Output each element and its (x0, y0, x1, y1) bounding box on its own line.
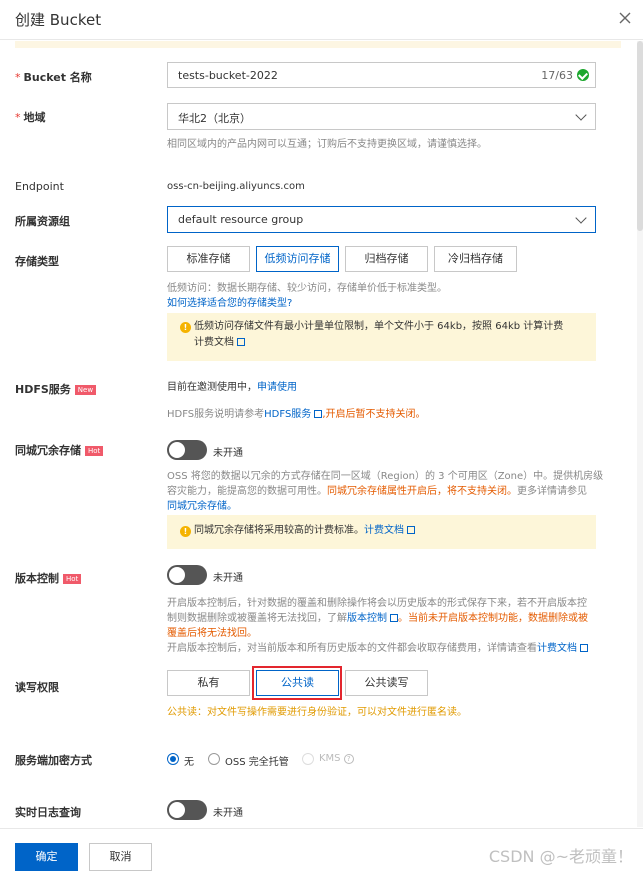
zrs-toggle[interactable] (167, 440, 207, 460)
bucket-name-label: * Bucket 名称 (15, 71, 92, 84)
hdfs-doc-link[interactable]: HDFS服务 (264, 409, 323, 420)
versioning-toggle[interactable] (167, 565, 207, 585)
storage-option-cold-archive[interactable]: 冷归档存储 (434, 246, 517, 272)
bucket-name-counter: 17/63 (541, 69, 573, 82)
new-badge: New (74, 385, 97, 395)
resource-group-select[interactable]: default resource group (167, 206, 596, 233)
dialog-footer: 确定 取消 CSDN @~老顽童！ (0, 828, 643, 871)
toggle-knob (169, 802, 185, 818)
hdfs-status: 目前在邀测使用中，申请使用 (167, 382, 297, 393)
versioning-label: 版本控制 Hot (15, 570, 82, 586)
endpoint-value: oss-cn-beijing.aliyuncs.com (167, 181, 305, 192)
external-link-icon (237, 338, 245, 346)
realtime-log-label: 实时日志查询 (15, 806, 81, 819)
bucket-name-input[interactable]: tests-bucket-2022 17/63 (167, 62, 596, 88)
region-value: 华北2（北京） (178, 112, 251, 125)
resource-group-value: default resource group (178, 213, 304, 226)
versioning-hint-line2: 制则数据删除或被覆盖将无法找回，了解版本控制 。当前未开启版本控制功能，数据删除或… (167, 613, 588, 624)
scrollbar-thumb[interactable] (637, 41, 643, 231)
acl-option-public-read-write[interactable]: 公共读写 (345, 670, 428, 696)
top-notice-banner (15, 41, 621, 48)
external-link-icon (314, 410, 323, 418)
acl-label: 读写权限 (15, 681, 59, 694)
region-label: * 地域 (15, 111, 46, 124)
zrs-doc-link[interactable]: 同城冗余存储。 (167, 499, 237, 514)
versioning-billing-link[interactable]: 计费文档 (537, 643, 588, 654)
toggle-knob (169, 442, 185, 458)
encryption-label-oss: OSS 完全托管 (225, 757, 289, 768)
storage-notice: ! 低频访问存储文件有最小计量单位限制，单个文件小于 64kb，按照 64kb … (167, 313, 596, 361)
close-icon[interactable] (617, 10, 633, 26)
storage-option-archive[interactable]: 归档存储 (345, 246, 428, 272)
hot-badge: Hot (85, 446, 104, 456)
bucket-name-value: tests-bucket-2022 (178, 69, 278, 82)
versioning-hint-line3: 覆盖后将无法找回。 (167, 628, 257, 639)
resource-group-label: 所属资源组 (15, 215, 70, 228)
encryption-radio-kms[interactable] (302, 753, 314, 765)
cancel-button[interactable]: 取消 (89, 843, 152, 871)
acl-warning: 公共读：对文件写操作需要进行身份验证，可以对文件进行匿名读。 (167, 707, 467, 718)
encryption-label-none: 无 (184, 757, 194, 768)
external-link-icon (407, 526, 415, 534)
storage-option-standard[interactable]: 标准存储 (167, 246, 250, 272)
confirm-button[interactable]: 确定 (15, 843, 78, 871)
zrs-notice: ! 同城冗余存储将采用较高的计费标准。计费文档 (167, 515, 596, 549)
zrs-hint-line2: 容灾能力，能提高您的数据可用性。同城冗余存储属性开启后，将不支持关闭。更多详情请… (167, 486, 587, 497)
warning-icon: ! (180, 322, 191, 333)
encryption-label: 服务端加密方式 (15, 754, 92, 767)
region-select[interactable]: 华北2（北京） (167, 103, 596, 130)
endpoint-label: Endpoint (15, 180, 64, 193)
versioning-doc-link[interactable]: 版本控制 (347, 613, 398, 624)
zrs-label: 同城冗余存储 Hot (15, 442, 104, 458)
help-icon[interactable]: ? (343, 754, 354, 764)
highlight-box (252, 666, 342, 700)
check-circle-icon (577, 69, 589, 81)
external-link-icon (580, 644, 588, 652)
hdfs-apply-link[interactable]: 申请使用 (257, 382, 297, 393)
zrs-notice-text: 同城冗余存储将采用较高的计费标准。计费文档 (194, 523, 415, 539)
realtime-log-toggle-label: 未开通 (213, 808, 243, 819)
dialog-title: 创建 Bucket (15, 11, 102, 29)
encryption-radio-none[interactable] (167, 753, 179, 765)
storage-type-help-link[interactable]: 如何选择适合您的存储类型? (167, 296, 292, 311)
zrs-hint-line1: OSS 将您的数据以冗余的方式存储在同一区域（Region）的 3 个可用区（Z… (167, 471, 604, 482)
storage-type-label: 存储类型 (15, 255, 59, 268)
storage-notice-link[interactable]: 计费文档 (194, 335, 245, 351)
versioning-toggle-label: 未开通 (213, 573, 243, 584)
region-hint: 相同区域内的产品内网可以互通；订购后不支持更换区域，请谨慎选择。 (167, 139, 487, 150)
hot-badge: Hot (63, 574, 82, 584)
acl-option-private[interactable]: 私有 (167, 670, 250, 696)
zrs-notice-link[interactable]: 计费文档 (364, 525, 415, 536)
encryption-radio-oss[interactable] (208, 753, 220, 765)
versioning-hint-line1: 开启版本控制后，针对数据的覆盖和删除操作将会以历史版本的形式保存下来，若不开启版… (167, 598, 587, 609)
chevron-down-icon (575, 109, 587, 121)
zrs-toggle-label: 未开通 (213, 448, 243, 459)
dialog-header: 创建 Bucket (0, 0, 643, 40)
warning-icon: ! (180, 526, 191, 537)
encryption-label-kms: KMS ? (319, 753, 354, 764)
realtime-log-toggle[interactable] (167, 800, 207, 820)
storage-option-ia[interactable]: 低频访问存储 (256, 246, 339, 272)
chevron-down-icon (575, 212, 587, 224)
storage-notice-text: 低频访问存储文件有最小计量单位限制，单个文件小于 64kb，按照 64kb 计算… (194, 321, 564, 332)
hdfs-label: HDFS服务 New (15, 381, 97, 397)
hdfs-hint: HDFS服务说明请参考HDFS服务 ,开启后暂不支持关闭。 (167, 409, 426, 420)
storage-type-hint: 低频访问：数据长期存储、较少访问，存储单价低于标准类型。 (167, 283, 447, 294)
watermark: CSDN @~老顽童！ (488, 847, 633, 866)
external-link-icon (390, 614, 398, 622)
toggle-knob (169, 567, 185, 583)
versioning-hint-line4: 开启版本控制后，对当前版本和所有历史版本的文件都会收取存储费用，详情请查看计费文… (167, 641, 588, 656)
